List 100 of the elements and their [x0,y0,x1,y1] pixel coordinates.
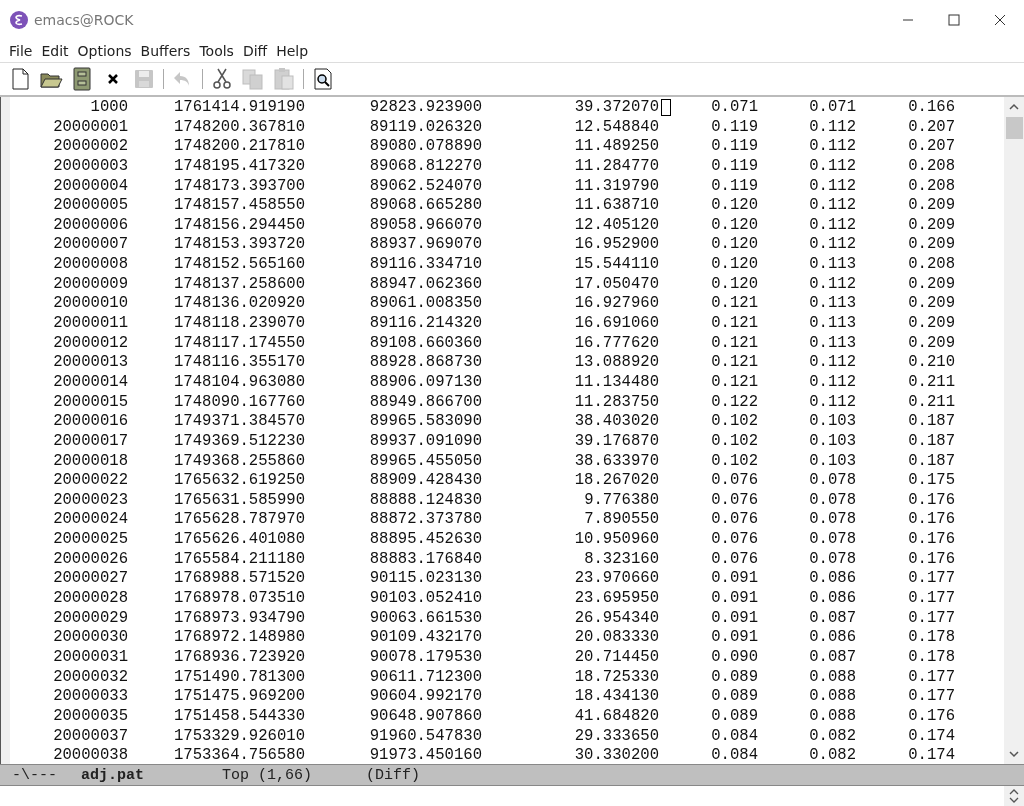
text-cell-text: 88888.124830 [368,490,482,511]
text-cell-text: 0.086 [808,589,856,609]
window-title: emacs@ROCK [34,12,134,28]
text-cell-text: 20000009 [52,274,128,295]
scroll-up-icon[interactable] [1009,103,1019,111]
text-cell-text: 0.176 [907,549,955,570]
text-cell-text: 0.177 [907,608,955,629]
text-cell-text: 1765626.401080 [173,530,305,550]
scrollbar[interactable] [1004,97,1024,764]
text-cell-text: 38.403020 [573,412,659,432]
text-cell-text: 0.091 [710,569,758,590]
text-cell-text: 0.091 [710,628,758,648]
text-cell-text: 0.177 [907,687,955,707]
major-mode: (Diff) [366,766,421,784]
text-cell-text: 38.633970 [573,451,659,472]
text-cell-text: 11.489250 [573,137,659,157]
text-cell-text: 0.071 [710,98,758,118]
text-cell-text: 1748117.174550 [173,333,305,354]
text-cell-text: 0.088 [808,667,856,688]
text-cell-text: 1765632.619250 [173,471,305,491]
menu-item[interactable]: Help [271,43,313,59]
text-cell-text: 20000032 [52,667,128,688]
text-cell: 39.372070 [482,98,659,118]
text-cell-text: 1749369.512230 [173,431,305,452]
text-cell-text: 1768988.571520 [173,569,305,590]
menu-item[interactable]: Options [72,43,136,59]
text-cell-text: 20000029 [52,608,128,629]
cabinet-icon[interactable] [70,67,94,91]
search-icon[interactable] [311,67,335,91]
text-cell-text: 0.076 [710,471,758,491]
scroll-down-icon[interactable] [1009,750,1019,758]
text-cell-text: 90063.661530 [368,608,482,629]
text-cell-text: 0.112 [808,117,856,138]
text-cell-text: 0.102 [710,451,758,472]
text-cell-text: 20.714450 [573,647,659,668]
menu-item[interactable]: Edit [36,43,73,59]
text-cell-text: 0.084 [710,726,758,747]
maximize-icon[interactable] [948,14,960,26]
text-cell-text: 11.134480 [573,372,659,393]
scissors-icon[interactable] [210,67,234,91]
emacs-logo-icon [10,11,28,29]
text-cell-text: 0.209 [907,196,955,216]
menu-item[interactable]: Buffers [135,43,195,59]
text-cell-text: 1748200.217810 [173,137,305,157]
text-cell-text: 29.333650 [573,726,659,747]
close-icon[interactable] [994,14,1006,26]
text-cell-text: 0.122 [710,392,758,413]
text-cell-text: 1748136.020920 [173,294,305,315]
text-cell-text: 18.725330 [573,667,659,688]
text-cell-text: 0.112 [808,392,856,413]
text-cell-text: 0.091 [710,608,758,629]
scroll-arrows-icon[interactable] [1009,789,1019,803]
text-cell-text: 89116.334710 [368,255,482,275]
text-cell-text: 0.211 [907,372,955,393]
text-cell-text: 88883.176840 [368,549,482,570]
text-cell-text: 0.090 [710,647,758,668]
text-cell-text: 89061.008350 [368,294,482,315]
text-cell-text: 23.970660 [573,569,659,590]
text-cell-text: 18.434130 [573,687,659,707]
text-cell-text: 20000028 [52,589,128,609]
text-cell-text: 1768936.723920 [173,647,305,668]
text-cell-text: 0.078 [808,490,856,511]
text-cell-text: 20000006 [52,215,128,236]
text-cell-text: 16.691060 [573,314,659,334]
text-cell-text: 0.087 [808,608,856,629]
text-cell-text: 20000005 [52,196,128,216]
text-cell-text: 1748156.294450 [173,215,305,236]
text-cell-text: 0.121 [710,372,758,393]
text-cell-text: 1765628.787970 [173,510,305,531]
text-cell-text: 89965.583090 [368,412,482,432]
text-cell-text: 0.113 [808,255,856,275]
text-cell-text: 89058.966070 [368,215,482,236]
text-cell-text: 0.084 [710,746,758,766]
text-cell-text: 0.187 [907,412,955,432]
text-cell-text: 0.089 [710,706,758,727]
text-cell-text: 1748116.355170 [173,353,305,373]
text-cell-text: 10.950960 [573,530,659,550]
text-cell-text: 0.121 [710,314,758,334]
text-cell-text: 7.890550 [583,510,659,531]
text-cell-text: 0.208 [907,156,955,177]
menu-item[interactable]: Diff [237,43,272,59]
text-cell-text: 0.177 [907,667,955,688]
scroll-thumb[interactable] [1005,117,1023,139]
text-cell-text: 90611.712300 [368,667,482,688]
text-cell-text: 20000012 [52,333,128,354]
text-cell-text: 88909.428430 [368,471,482,491]
text-cell-text: 39.176870 [573,431,659,452]
text-cell-text: 1748137.258600 [173,274,305,295]
text-cell-text: 0.119 [710,137,758,157]
text-cell-text: 16.927960 [573,294,659,315]
text-cell-text: 0.176 [907,490,955,511]
menu-item[interactable]: File [4,43,37,59]
buffer-name: adj.pat [81,766,145,784]
text-cell-text: 89080.078890 [368,137,482,157]
text-cell-text: 89965.455050 [368,451,482,472]
text-cell-text: 15.544110 [573,255,659,275]
text-cell-text: 1751490.781300 [173,667,305,688]
text-cell-text: 11.284770 [573,156,659,177]
text-cell-text: 0.103 [808,431,856,452]
menu-item[interactable]: Tools [194,43,238,59]
